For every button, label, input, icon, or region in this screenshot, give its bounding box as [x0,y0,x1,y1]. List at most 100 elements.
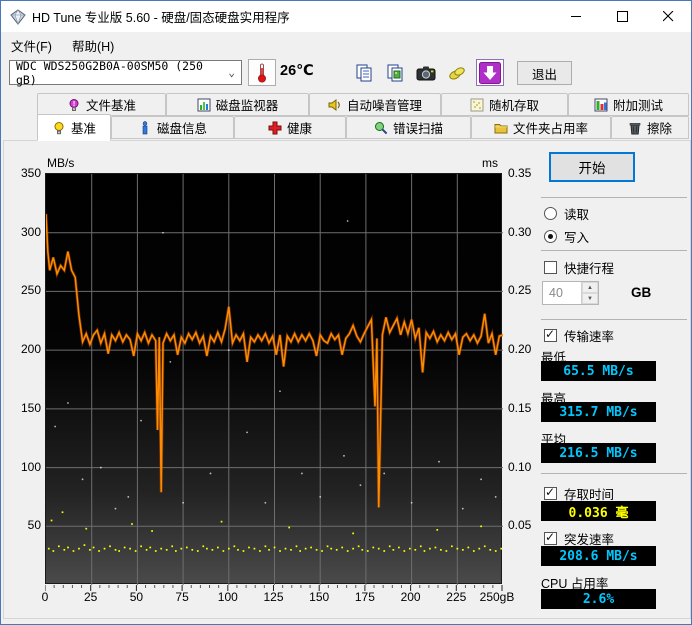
radio-write-circle[interactable] [544,230,557,243]
donate-button[interactable] [443,59,471,86]
y-left-unit: MB/s [47,156,75,170]
tab-random-access[interactable]: 随机存取 [441,93,568,116]
tab-label: 文件基准 [85,99,136,113]
donate-hands-icon [449,66,465,80]
y-right-tick: 0.35 [508,166,532,180]
tab-label: 自动噪音管理 [346,99,422,113]
y-right-unit: ms [482,156,498,170]
benchmark-lightbulb-icon [54,121,64,134]
magnifier-icon [374,121,388,134]
tab-error-scan[interactable]: 错误扫描 [346,116,471,139]
y-left-tick: 100 [20,459,41,474]
access-time-checkbox[interactable] [544,485,557,500]
tab-label: 擦除 [646,122,672,136]
y-right-tick: 0.10 [508,459,532,474]
transfer-checkbox[interactable] [544,327,557,342]
tab-extra-tests[interactable]: 附加测试 [568,93,689,116]
stepper-down-icon[interactable]: ▼ [582,293,598,304]
temperature-button[interactable] [248,59,276,86]
tab-folder-usage[interactable]: 文件夹占用率 [471,116,611,139]
start-button-label: 开始 [578,161,606,176]
window-title: HD Tune 专业版 5.60 - 硬盘/固态硬盘实用程序 [32,11,290,25]
x-axis-ticks [45,585,503,591]
tab-aam[interactable]: 自动噪音管理 [309,93,441,116]
tab-benchmark[interactable]: 基准 [37,114,111,141]
tab-label: 磁盘监视器 [215,99,279,113]
exit-button[interactable]: 退出 [517,61,572,85]
cpu-usage-value: 2.6% [582,591,615,607]
max-value-display: 315.7 MB/s [541,402,656,422]
tab-health[interactable]: 健康 [234,116,346,139]
save-download-icon [479,61,501,84]
temperature-value: 26℃ [280,63,314,79]
tab-disk-monitor[interactable]: 磁盘监视器 [166,93,309,116]
y-right-tick: 0.25 [508,283,532,298]
random-access-icon [470,98,484,111]
file-benchmark-icon: ! [69,98,79,111]
min-value-display: 65.5 MB/s [541,361,656,381]
y-right-tick: 0.15 [508,400,532,415]
transfer-checkbox-row[interactable]: 传输速率 [544,326,614,345]
y-left-tick: 350 [20,166,41,180]
stepper-up-icon[interactable]: ▲ [582,282,598,293]
start-button[interactable]: 开始 [549,152,635,182]
menu-file[interactable]: 文件(F) [1,32,62,59]
health-cross-icon [268,121,282,134]
tab-file-benchmark[interactable]: ! 文件基准 [37,93,166,116]
y-left-tick: 150 [20,400,41,415]
min-value: 65.5 MB/s [563,363,634,379]
trash-icon [629,122,641,134]
info-icon [142,120,148,134]
save-results-button[interactable] [476,59,504,86]
radio-read-label: 读取 [564,208,590,222]
radio-read[interactable]: 读取 [544,204,589,223]
drive-select[interactable]: WDC WDS250G2B0A-00SM50 (250 gB) ⌄ [9,58,242,87]
exit-button-label: 退出 [531,67,557,82]
disk-monitor-icon [197,98,211,111]
separator [541,319,687,320]
chevron-down-icon[interactable]: ⌄ [228,66,235,79]
drive-select-value: WDC WDS250G2B0A-00SM50 (250 gB) [16,58,203,87]
copy-report-icon [356,64,372,81]
titlebar: HD Tune 专业版 5.60 - 硬盘/固态硬盘实用程序 [1,1,691,32]
burst-rate-display: 208.6 MB/s [541,546,656,566]
shortstroke-checkbox-row[interactable]: 快捷行程 [544,258,614,277]
camera-icon [416,66,436,80]
tab-disk-info[interactable]: 磁盘信息 [111,116,234,139]
minimize-button[interactable] [553,1,599,32]
shortstroke-label: 快捷行程 [564,262,615,276]
shortstroke-checkbox[interactable] [544,261,557,274]
radio-write-label: 写入 [564,231,590,245]
separator [541,473,687,474]
max-value: 315.7 MB/s [559,404,638,420]
screenshot-button[interactable] [412,59,440,86]
tab-label: 文件夹占用率 [512,122,588,136]
close-button[interactable] [645,1,691,32]
avg-value-display: 216.5 MB/s [541,443,656,463]
radio-write[interactable]: 写入 [544,227,589,246]
burst-rate-checkbox[interactable] [544,530,557,545]
y-right-tick: 0.05 [508,518,532,533]
maximize-button[interactable] [599,1,645,32]
tab-label: 随机存取 [488,99,539,113]
menu-help[interactable]: 帮助(H) [62,32,124,59]
separator [541,197,687,198]
benchmark-chart [45,173,503,585]
copy-report-button[interactable] [350,59,378,86]
tab-label: 错误扫描 [392,122,443,136]
y-left-tick: 50 [27,518,41,533]
y-left-tick: 300 [20,224,41,239]
shortstroke-size-value[interactable]: 40 [543,282,581,304]
copy-image-button[interactable] [381,59,409,86]
tab-erase[interactable]: 擦除 [611,116,689,139]
tab-label: 附加测试 [612,99,663,113]
y-right-tick: 0.30 [508,224,532,239]
access-time-display: 0.036 毫 [541,501,656,521]
app-window: HD Tune 专业版 5.60 - 硬盘/固态硬盘实用程序 文件(F) 帮助(… [0,0,692,625]
burst-rate-value: 208.6 MB/s [559,548,638,564]
radio-read-circle[interactable] [544,207,557,220]
shortstroke-size-stepper[interactable]: 40 ▲ ▼ [542,281,599,305]
extra-tests-icon [594,98,608,111]
thermometer-icon [258,63,266,82]
access-time-value: 0.036 毫 [568,505,629,521]
